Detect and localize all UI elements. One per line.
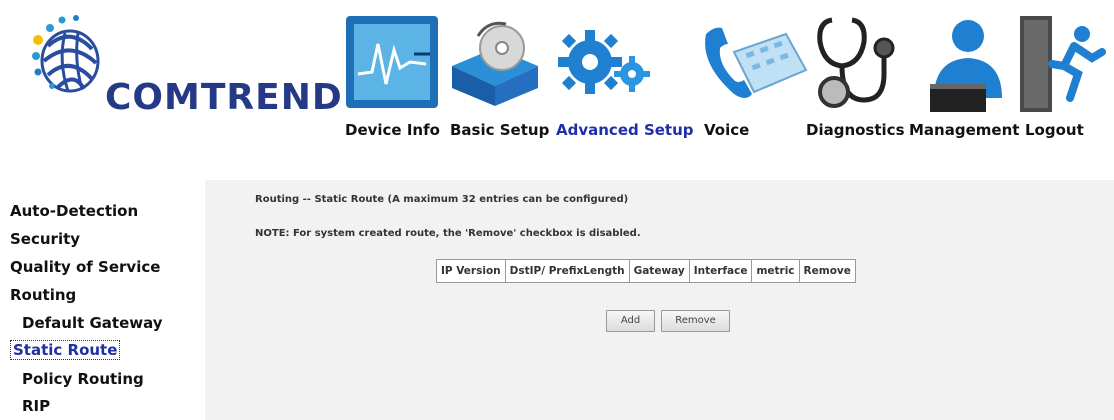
- col-ip-version: IP Version: [436, 259, 506, 283]
- voice-phone-icon[interactable]: [700, 14, 810, 110]
- page-title: Routing -- Static Route (A maximum 32 en…: [255, 194, 629, 205]
- nav-management[interactable]: Management: [909, 121, 1019, 139]
- col-metric: metric: [751, 259, 800, 283]
- header: COMTREND Device Info Basic Setup Advance…: [0, 0, 1114, 178]
- nav-voice[interactable]: Voice: [704, 121, 749, 139]
- col-dstip-prefixlength: DstIP/ PrefixLength: [504, 259, 630, 283]
- col-remove: Remove: [798, 259, 856, 283]
- logout-exit-icon[interactable]: [1016, 14, 1106, 114]
- stethoscope-icon[interactable]: [812, 14, 898, 114]
- advanced-setup-gears-icon[interactable]: [552, 14, 652, 110]
- col-gateway: Gateway: [628, 259, 690, 283]
- sidebar-item-policy-routing[interactable]: Policy Routing: [22, 370, 144, 388]
- static-route-table: IP Version DstIP/ PrefixLength Gateway I…: [436, 259, 856, 283]
- sidebar-item-auto-detection[interactable]: Auto-Detection: [10, 202, 138, 220]
- device-info-icon[interactable]: [344, 14, 440, 110]
- basic-setup-icon[interactable]: [448, 14, 542, 108]
- sidebar-item-rip[interactable]: RIP: [22, 397, 50, 415]
- brand-name: COMTREND: [105, 77, 343, 118]
- sidebar-item-default-gateway[interactable]: Default Gateway: [22, 314, 163, 332]
- col-interface: Interface: [688, 259, 753, 283]
- nav-advanced-setup[interactable]: Advanced Setup: [556, 121, 694, 139]
- add-button[interactable]: Add: [606, 310, 655, 332]
- main-content: Routing -- Static Route (A maximum 32 en…: [205, 180, 1114, 420]
- sidebar-item-static-route[interactable]: Static Route: [10, 340, 121, 360]
- sidebar-item-quality-of-service[interactable]: Quality of Service: [10, 258, 160, 276]
- sidebar-item-routing[interactable]: Routing: [10, 286, 76, 304]
- remove-button[interactable]: Remove: [661, 310, 730, 332]
- sidebar: Auto-Detection Security Quality of Servi…: [0, 180, 205, 420]
- nav-diagnostics[interactable]: Diagnostics: [806, 121, 905, 139]
- sidebar-item-security[interactable]: Security: [10, 230, 80, 248]
- nav-logout[interactable]: Logout: [1025, 121, 1084, 139]
- nav-device-info[interactable]: Device Info: [345, 121, 440, 139]
- nav-basic-setup[interactable]: Basic Setup: [450, 121, 549, 139]
- comtrend-logo-icon: [32, 15, 100, 93]
- management-person-icon[interactable]: [924, 14, 1012, 114]
- table-header-row: IP Version DstIP/ PrefixLength Gateway I…: [436, 259, 856, 283]
- note-text: NOTE: For system created route, the 'Rem…: [255, 228, 641, 239]
